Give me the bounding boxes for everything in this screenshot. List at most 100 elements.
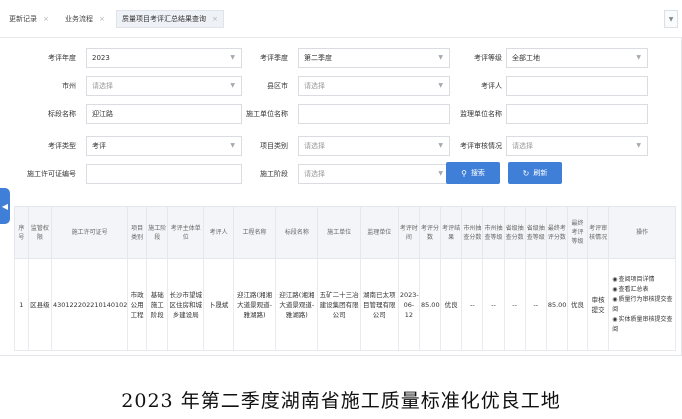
cell-contractor: 五矿二十三冶建设集团有限公司	[317, 258, 361, 351]
app-screenshot: 更新记录 × 业务流程 × 质量项目考评汇总结果查询 × ▼ ◀ 考评年度 20…	[0, 0, 682, 356]
close-icon[interactable]: ×	[99, 15, 105, 23]
close-icon[interactable]: ×	[43, 15, 49, 23]
cell-supervisor: 湖南已太项目管理有限公司	[359, 258, 399, 351]
chevron-down-icon[interactable]: ▼	[664, 10, 678, 28]
filter-form: 考评年度 2023 ▼ 考评季度 第二季度 ▼ 考评等级 全部工地 ▼ 市州 请…	[12, 40, 680, 196]
evaluator-label: 考评人	[481, 82, 502, 90]
chevron-left-icon[interactable]: ◀	[0, 188, 10, 224]
tab-update-log[interactable]: 更新记录 ×	[4, 10, 54, 28]
cell-prov-level: --	[524, 258, 547, 351]
view-summary-link[interactable]: ◉查看汇总表	[612, 285, 674, 295]
close-icon[interactable]: ×	[212, 15, 218, 23]
col-header: 省级抽查等级	[524, 206, 547, 259]
col-header: 省级抽查分数	[503, 206, 526, 259]
eye-icon: ◉	[612, 285, 618, 293]
eval-level-label: 考评等级	[474, 54, 502, 62]
col-header: 监理单位	[359, 206, 399, 259]
eval-year-label: 考评年度	[48, 54, 76, 62]
chevron-down-icon: ▼	[438, 170, 443, 177]
op-label: 实体质量审核提交查阅	[612, 315, 673, 333]
col-header: 项目类别	[127, 206, 148, 259]
refresh-button[interactable]: ↻ 刷新	[508, 162, 562, 184]
section-name-input[interactable]: 迎江路	[86, 104, 242, 124]
section-name-label: 标段名称	[48, 110, 76, 118]
eval-quarter-label: 考评季度	[260, 54, 288, 62]
cell-actions: ◉查阅项目详情 ◉查看汇总表 ◉质量行为审核提交查阅 ◉实体质量审核提交查阅	[608, 258, 676, 351]
tab-strip: 更新记录 × 业务流程 × 质量项目考评汇总结果查询 × ▼	[0, 0, 682, 38]
col-header: 考评审核情况	[587, 206, 610, 259]
eye-icon: ◉	[612, 315, 618, 323]
county-select[interactable]: 请选择 ▼	[298, 76, 450, 96]
county-placeholder: 请选择	[304, 82, 325, 90]
col-header: 市州抽查等级	[482, 206, 505, 259]
col-header: 工程名称	[232, 206, 277, 259]
city-select[interactable]: 请选择 ▼	[86, 76, 242, 96]
permit-no-input[interactable]	[86, 164, 242, 184]
cell-category: 市政公用工程	[127, 258, 148, 351]
cell-city-score: --	[461, 258, 484, 351]
cell-index: 1	[14, 258, 29, 351]
cell-city-level: --	[482, 258, 505, 351]
permit-no-label: 施工许可证编号	[27, 170, 76, 178]
eval-level-value: 全部工地	[512, 54, 540, 62]
project-category-select[interactable]: 请选择 ▼	[298, 136, 450, 156]
chevron-down-icon: ▼	[438, 54, 443, 61]
cell-permit: 430122202210140102	[50, 258, 129, 351]
col-header: 施工许可证号	[50, 206, 129, 259]
col-header: 考评分数	[418, 206, 442, 259]
table-header-row: 序号 监管权限 施工许可证号 项目类别 施工阶段 考评主体单位 考评人 工程名称…	[14, 206, 676, 259]
chevron-down-icon: ▼	[230, 54, 235, 61]
cell-prov-score: --	[503, 258, 526, 351]
eye-icon: ◉	[612, 295, 618, 303]
eval-level-select[interactable]: 全部工地 ▼	[506, 48, 648, 68]
cell-evaluator: 卜晟斌	[203, 258, 234, 351]
cell-eval-unit: 长沙市望城区住房和城乡建设局	[167, 258, 205, 351]
col-header: 考评结果	[440, 206, 463, 259]
eval-type-label: 考评类型	[48, 142, 76, 150]
col-header: 标段名称	[275, 206, 319, 259]
search-button[interactable]: ⚲ 搜索	[446, 162, 500, 184]
contractor-input[interactable]	[298, 104, 450, 124]
col-header: 施工单位	[317, 206, 361, 259]
review-status-label: 考评审核情况	[460, 142, 502, 150]
eval-type-select[interactable]: 考评 ▼	[86, 136, 242, 156]
cell-section: 迎江路(湘湘大道景观道-雅湖路)	[275, 258, 319, 351]
supervisor-label: 监理单位名称	[460, 110, 502, 118]
refresh-icon: ↻	[522, 168, 530, 178]
tab-business-flow[interactable]: 业务流程 ×	[60, 10, 110, 28]
tab-label: 质量项目考评汇总结果查询	[122, 15, 206, 23]
table-row: 1 区县级 430122202210140102 市政公用工程 基础施工阶段 长…	[14, 258, 676, 351]
tab-label: 业务流程	[65, 15, 93, 23]
cell-score: 85.00	[418, 258, 442, 351]
contractor-label: 施工单位名称	[246, 110, 288, 118]
cell-final-level: 优良	[566, 258, 589, 351]
chevron-down-icon: ▼	[230, 82, 235, 89]
chevron-down-icon: ▼	[636, 142, 641, 149]
op-label: 查阅项目详情	[618, 275, 655, 283]
col-header: 施工阶段	[146, 206, 169, 259]
view-project-link[interactable]: ◉查阅项目详情	[612, 275, 674, 285]
page-caption: 2023 年第二季度湖南省施工质量标准化优良工地	[121, 390, 561, 412]
evaluator-input[interactable]	[506, 76, 648, 96]
col-header: 考评人	[203, 206, 234, 259]
review-status-placeholder: 请选择	[512, 142, 533, 150]
stage-select[interactable]: 请选择 ▼	[298, 164, 450, 184]
supervisor-input[interactable]	[506, 104, 648, 124]
col-header: 最终考评等级	[566, 206, 589, 259]
eval-quarter-value: 第二季度	[304, 54, 332, 62]
tab-quality-summary[interactable]: 质量项目考评汇总结果查询 ×	[116, 10, 224, 28]
eval-quarter-select[interactable]: 第二季度 ▼	[298, 48, 450, 68]
chevron-down-icon: ▼	[438, 82, 443, 89]
eval-type-value: 考评	[92, 142, 106, 150]
cell-review: 审核提交	[587, 258, 610, 351]
view-behavior-review-link[interactable]: ◉质量行为审核提交查阅	[612, 295, 674, 315]
project-category-label: 项目类别	[260, 142, 288, 150]
eval-year-select[interactable]: 2023 ▼	[86, 48, 242, 68]
review-status-select[interactable]: 请选择 ▼	[506, 136, 648, 156]
view-entity-review-link[interactable]: ◉实体质量审核提交查阅	[612, 315, 674, 335]
col-header: 操作	[608, 206, 676, 259]
search-button-label: 搜索	[470, 169, 485, 177]
cell-eval-time: 2023-06-12	[397, 258, 420, 351]
stage-placeholder: 请选择	[304, 170, 325, 178]
op-label: 质量行为审核提交查阅	[612, 295, 673, 313]
